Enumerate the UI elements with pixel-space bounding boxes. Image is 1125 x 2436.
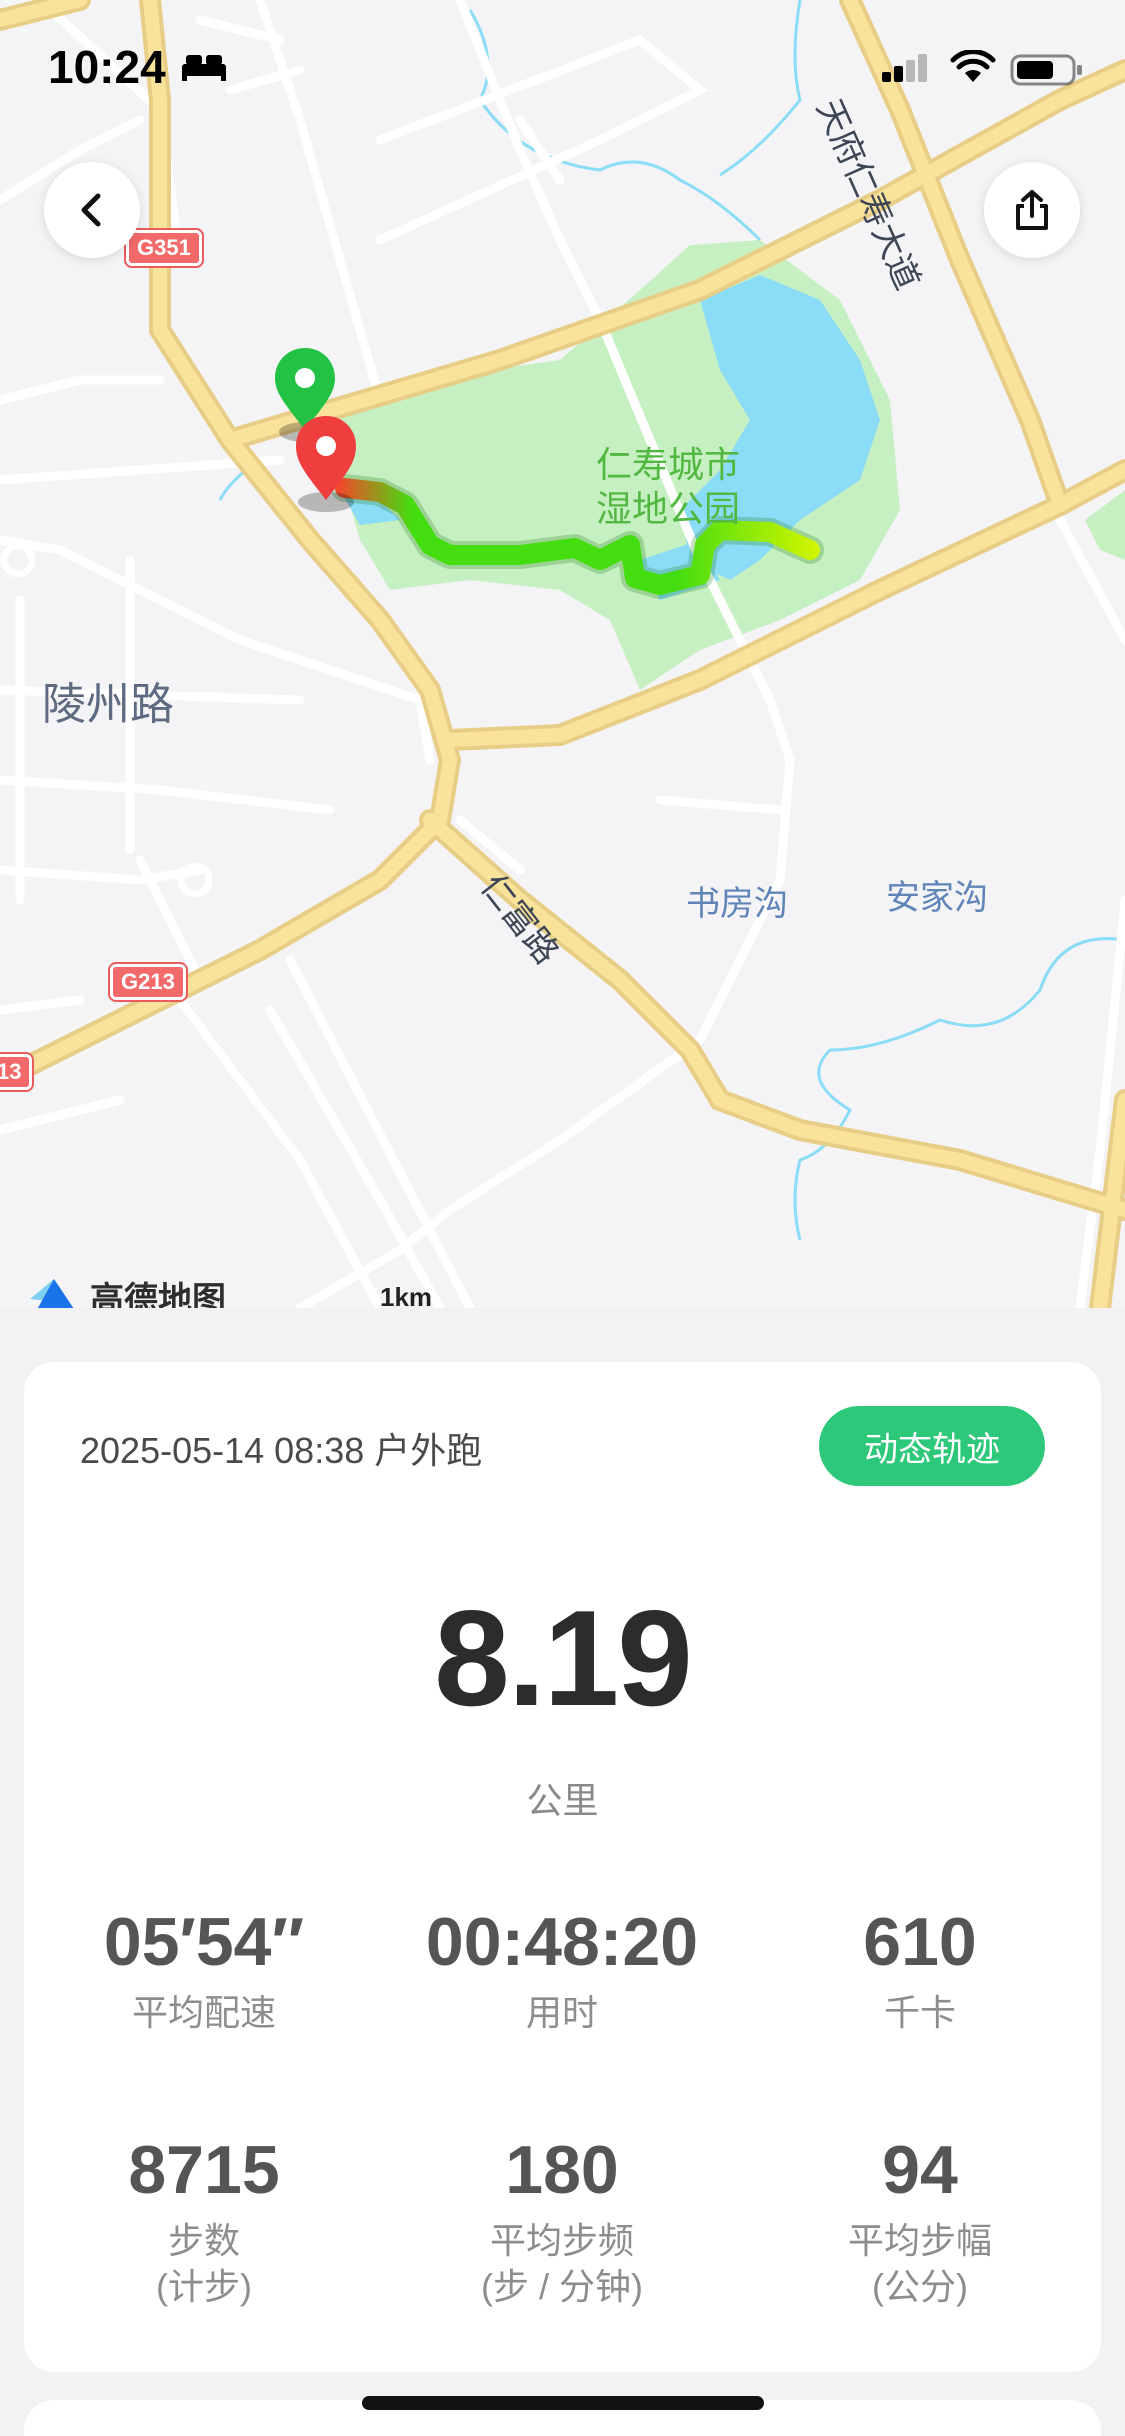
status-time: 10:24 <box>48 41 166 93</box>
stat-label-line2: (步 / 分钟) <box>481 2266 643 2307</box>
park-label-line1: 仁寿城市 <box>596 445 741 486</box>
stat-label: 用时 <box>525 1992 598 2033</box>
road-shield-g213: G213 <box>110 964 186 1000</box>
wifi-icon <box>950 50 996 82</box>
stat-value: 8715 <box>128 2132 280 2208</box>
stat-value: 00:48:20 <box>425 1904 699 1980</box>
map-provider-logo: 高德地图 <box>28 1272 226 1308</box>
map-canvas <box>0 0 1125 1308</box>
stat-cadence: 180 平均步频 (步 / 分钟) <box>382 2130 742 2310</box>
home-indicator[interactable] <box>362 2396 764 2410</box>
stat-duration: 00:48:20 用时 <box>382 1902 742 2036</box>
workout-detail-screen: 陵州路 仁寿城市 湿地公园 书房沟 安家沟 天府仁寿大道 仁富路 G351 G2… <box>0 0 1125 2436</box>
stat-label: 步数 (计步) <box>24 2218 384 2310</box>
stat-value: 94 <box>882 2132 958 2208</box>
distance-unit: 公里 <box>526 1780 599 1821</box>
stat-label-line1: 步数 <box>167 2220 240 2261</box>
stat-avg-pace: 05′54″ 平均配速 <box>24 1902 384 2036</box>
chevron-left-icon <box>81 193 101 227</box>
stat-value: 180 <box>505 2132 619 2208</box>
stat-label: 平均配速 <box>131 1992 276 2033</box>
map-label-lingzhou-road: 陵州路 <box>42 679 174 730</box>
share-icon <box>1016 190 1048 230</box>
workout-datetime-type: 2025-05-14 08:38 户外跑 <box>80 1430 483 1471</box>
cellular-signal-icon <box>882 54 927 82</box>
park-label-line2: 湿地公园 <box>596 489 741 530</box>
share-button[interactable] <box>984 162 1080 258</box>
road-shield-edge: 13 <box>0 1054 33 1090</box>
battery-icon <box>1010 54 1082 86</box>
sleep-bed-icon <box>182 55 226 81</box>
map-label-park: 仁寿城市 湿地公园 <box>596 444 740 532</box>
stat-label: 平均步频 (步 / 分钟) <box>382 2218 742 2310</box>
workout-summary-card: 2025-05-14 08:38 户外跑 动态轨迹 8.19 公里 05′54″… <box>24 1362 1101 2372</box>
map-scale: 1km <box>380 1282 433 1308</box>
stat-label-line2: (计步) <box>156 2266 252 2307</box>
road-shield-g351: G351 <box>126 230 202 266</box>
stat-label: 平均步幅 (公分) <box>740 2218 1100 2310</box>
status-bar: 10:24 <box>0 0 1125 130</box>
amap-logo-icon <box>30 1278 74 1308</box>
distance-value: 8.19 <box>434 1582 693 1734</box>
route-map[interactable]: 陵州路 仁寿城市 湿地公园 书房沟 安家沟 天府仁寿大道 仁富路 G351 G2… <box>0 0 1125 1308</box>
stat-stride: 94 平均步幅 (公分) <box>740 2130 1100 2310</box>
stat-steps: 8715 步数 (计步) <box>24 2130 384 2310</box>
map-label-shufanggou: 书房沟 <box>686 884 788 924</box>
stat-label-line1: 平均步幅 <box>847 2220 992 2261</box>
map-label-anjiagou: 安家沟 <box>886 878 988 918</box>
end-pin-icon <box>296 416 356 512</box>
back-button[interactable] <box>44 162 140 258</box>
stat-label-line2: (公分) <box>872 2266 968 2307</box>
map-provider-text: 高德地图 <box>90 1281 226 1308</box>
stat-label: 千卡 <box>883 1992 956 2033</box>
stat-calories: 610 千卡 <box>740 1902 1100 2036</box>
stat-value: 05′54″ <box>103 1904 305 1980</box>
stat-value: 610 <box>863 1904 977 1980</box>
stat-label-line1: 平均步频 <box>489 2220 634 2261</box>
dynamic-track-button[interactable]: 动态轨迹 <box>819 1406 1045 1486</box>
